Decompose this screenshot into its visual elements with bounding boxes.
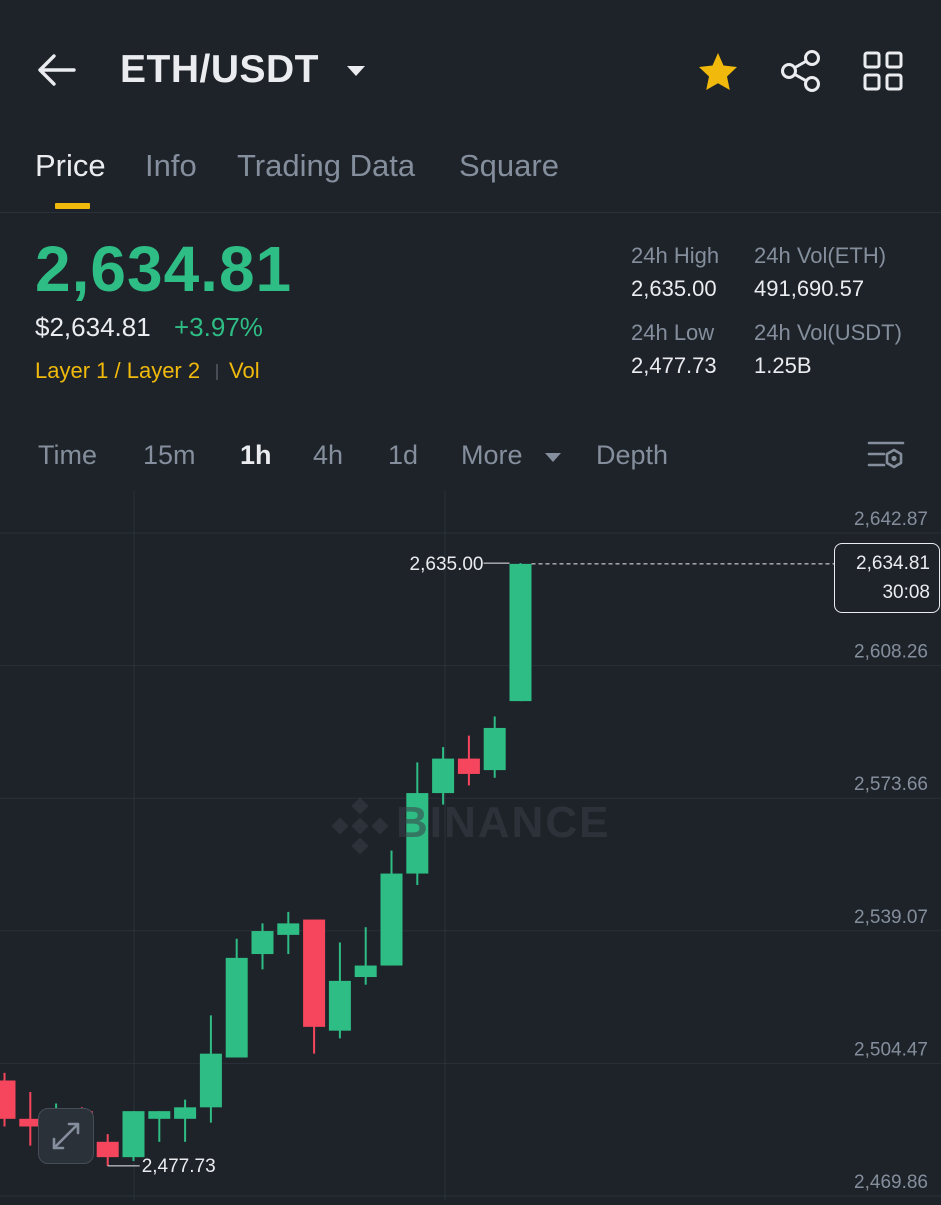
- candle-body: [174, 1107, 197, 1119]
- y-axis-tick-label: 2,608.26: [854, 642, 928, 663]
- active-tab-indicator: [55, 203, 90, 209]
- candle-body: [251, 931, 274, 955]
- interval-1d[interactable]: 1d: [388, 440, 418, 471]
- candle-countdown: 30:08: [882, 582, 930, 603]
- fullscreen-button[interactable]: [38, 1108, 94, 1164]
- grid-menu-icon[interactable]: [862, 50, 904, 92]
- candle-body: [199, 1053, 222, 1108]
- tab-square[interactable]: Square: [459, 148, 559, 184]
- high-24h-label: 24h High: [631, 243, 720, 268]
- expand-icon: [52, 1122, 80, 1150]
- interval-4h[interactable]: 4h: [313, 440, 343, 471]
- candle-body: [457, 758, 480, 774]
- candle-body: [225, 957, 248, 1058]
- y-axis-tick-label: 2,504.47: [854, 1039, 928, 1060]
- vol-eth-value: 491,690.57: [754, 276, 865, 301]
- interval-15m[interactable]: 15m: [143, 440, 196, 471]
- price-change-percent: +3.97%: [174, 312, 263, 342]
- candle-body: [432, 758, 455, 794]
- last-price: 2,634.81: [35, 233, 293, 305]
- usd-price: $2,634.81: [35, 312, 151, 342]
- header: ETH/USDT: [0, 0, 941, 140]
- caret-down-icon[interactable]: [345, 60, 367, 80]
- candle-body: [509, 563, 532, 702]
- y-axis-tick-label: 2,642.87: [854, 509, 928, 530]
- vol-usdt-label: 24h Vol(USDT): [754, 320, 902, 345]
- low-24h-label: 24h Low: [631, 320, 715, 345]
- candle-body: [483, 727, 506, 771]
- star-favorite-icon[interactable]: [696, 50, 740, 94]
- candle-body: [354, 965, 377, 978]
- current-price-value: 2,634.81: [856, 553, 930, 574]
- high-24h-value: 2,635.00: [631, 276, 717, 301]
- candle-body: [303, 919, 326, 1027]
- watermark-text: BINANCE: [396, 798, 611, 847]
- interval-more[interactable]: More: [461, 440, 523, 471]
- category-tag[interactable]: Layer 1 / Layer 2: [35, 358, 200, 384]
- interval-1h[interactable]: 1h: [240, 440, 272, 471]
- candle-body: [380, 873, 403, 966]
- vol-tag[interactable]: Vol: [229, 358, 260, 384]
- candle-body: [122, 1111, 145, 1158]
- interval-depth[interactable]: Depth: [596, 440, 668, 471]
- tab-price[interactable]: Price: [35, 148, 106, 184]
- tab-info[interactable]: Info: [145, 148, 197, 184]
- share-icon[interactable]: [778, 48, 824, 94]
- y-axis-tick-label: 2,469.86: [854, 1172, 928, 1193]
- trading-pair-title[interactable]: ETH/USDT: [120, 48, 319, 92]
- tab-trading-data[interactable]: Trading Data: [237, 148, 415, 184]
- candle-body: [277, 923, 300, 935]
- chart-settings-icon[interactable]: [866, 438, 906, 474]
- y-axis-tick-label: 2,539.07: [854, 907, 928, 928]
- low-marker-label: 2,477.73: [142, 1156, 216, 1177]
- low-24h-value: 2,477.73: [631, 353, 717, 378]
- tab-bar: Price Info Trading Data Square: [0, 140, 941, 213]
- y-axis-tick-label: 2,573.66: [854, 774, 928, 795]
- vol-eth-label: 24h Vol(ETH): [754, 243, 887, 268]
- candle-body: [328, 980, 351, 1031]
- binance-watermark: BINANCE: [330, 796, 620, 856]
- vol-usdt-value: 1.25B: [754, 353, 812, 378]
- tag-divider: [216, 364, 218, 380]
- more-caret-down-icon[interactable]: [544, 450, 562, 464]
- candle-body: [148, 1111, 171, 1119]
- candle-body: [0, 1080, 16, 1119]
- high-marker-label: 2,635.00: [410, 554, 484, 575]
- current-price-tag: 2,634.81 30:08: [834, 543, 940, 613]
- back-arrow-icon[interactable]: [34, 48, 82, 92]
- interval-time[interactable]: Time: [38, 440, 97, 471]
- candle-body: [96, 1141, 119, 1158]
